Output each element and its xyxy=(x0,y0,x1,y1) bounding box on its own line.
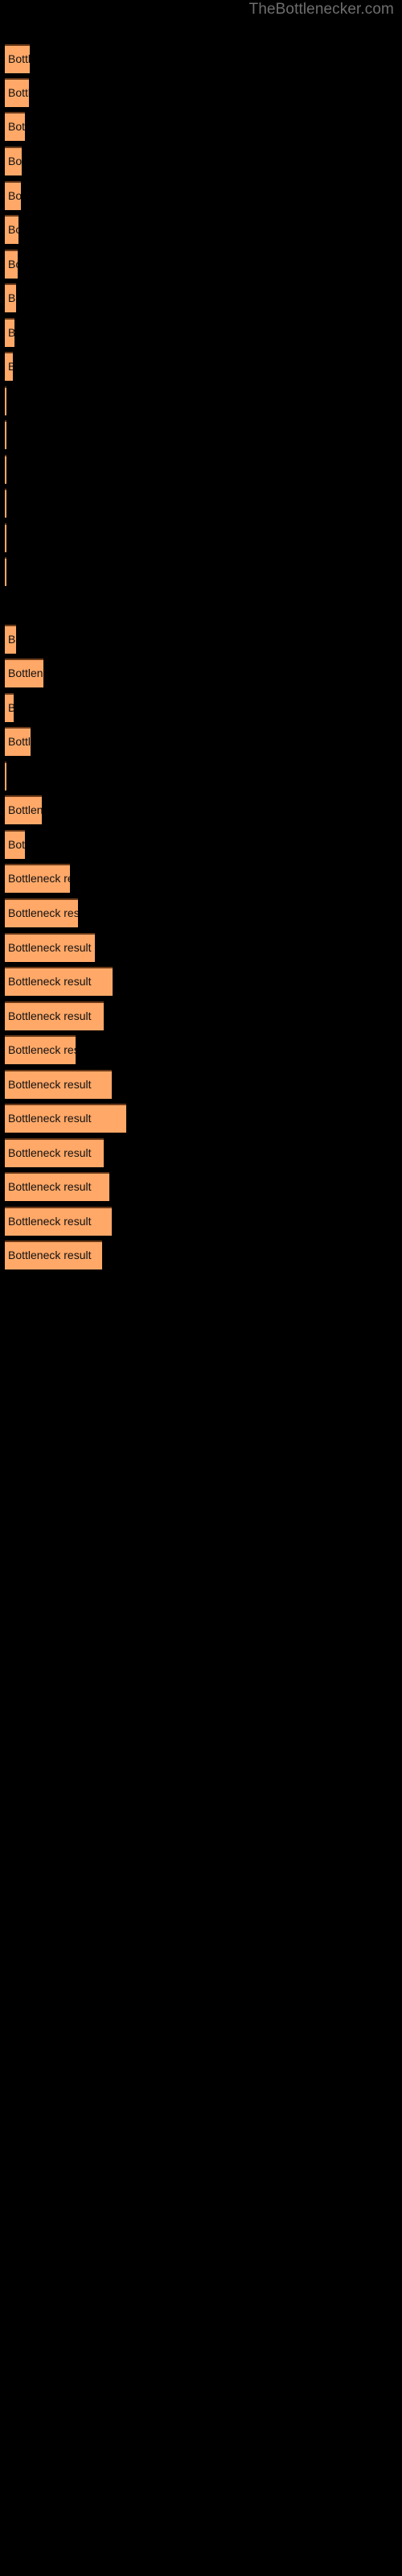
bar[interactable]: Bottleneck result xyxy=(5,318,14,347)
bar-label: Bottleneck result xyxy=(8,838,25,851)
bar-label: Bottleneck result xyxy=(8,189,21,202)
plot-area: Bottleneck result Bottleneck result Bottle… xyxy=(0,23,402,2574)
bar[interactable]: Bottleneck result xyxy=(5,420,6,449)
bar-label: Bottleneck result xyxy=(8,1112,92,1125)
bar[interactable]: Bottleneck result xyxy=(5,455,6,484)
bar-label: Bottleneck result xyxy=(8,1215,92,1228)
bar-label: Bottleneck result xyxy=(8,223,18,236)
bar[interactable]: Bottleneck result xyxy=(5,864,70,893)
bar[interactable]: Bottleneck result xyxy=(5,147,22,175)
bar-label: Bottleneck result xyxy=(8,941,92,954)
bar-chart-root: TheBottlenecker.com Bottleneck resultBot… xyxy=(0,0,402,2576)
bar[interactable]: Bottleneck result xyxy=(5,625,16,654)
bar-label: Bottleneck result xyxy=(8,872,70,885)
bar[interactable]: Bottleneck result xyxy=(5,181,21,210)
bar-label: Bottleneck result xyxy=(8,633,16,646)
bar[interactable]: Bottleneck result xyxy=(5,1070,112,1099)
bar[interactable]: Bottleneck result xyxy=(5,215,18,244)
bar-label: Bottleneck result xyxy=(8,1009,92,1022)
bar-label: Bottleneck result xyxy=(8,52,30,65)
bar[interactable]: Bottleneck result xyxy=(5,283,16,312)
bar[interactable]: Bottleneck result xyxy=(5,967,113,996)
bar[interactable]: Bottleneck result xyxy=(5,78,29,107)
bar[interactable]: Bottleneck result xyxy=(5,1104,126,1133)
bar-label: Bottleneck result xyxy=(8,1249,92,1261)
bar[interactable]: Bottleneck result xyxy=(5,250,18,279)
bar-label: Bottleneck result xyxy=(8,1146,92,1159)
bar-label: Bottleneck result xyxy=(8,120,25,133)
bar-label: Bottleneck result xyxy=(8,1043,76,1056)
bar-label: Bottleneck result xyxy=(8,258,18,270)
bar[interactable]: Bottleneck result xyxy=(5,1207,112,1236)
bar-label: Bottleneck result xyxy=(8,975,92,988)
bar[interactable]: Bottleneck result xyxy=(5,489,6,518)
bar[interactable]: Bottleneck result xyxy=(5,352,13,381)
bar[interactable]: Bottleneck result xyxy=(5,693,14,722)
bar-label: Bottleneck result xyxy=(8,86,29,99)
bar[interactable]: Bottleneck result xyxy=(5,762,6,791)
bar[interactable]: Bottleneck result xyxy=(5,44,30,73)
bar[interactable]: Bottleneck result xyxy=(5,112,25,141)
bar[interactable]: Bottleneck result xyxy=(5,898,78,927)
bar[interactable]: Bottleneck result xyxy=(5,386,6,415)
bar[interactable]: Bottleneck result xyxy=(5,933,95,962)
bar[interactable]: Bottleneck result xyxy=(5,1241,102,1269)
bar[interactable]: Bottleneck result xyxy=(5,557,6,586)
bar[interactable]: Bottleneck result xyxy=(5,658,43,687)
bar[interactable]: Bottleneck result xyxy=(5,1035,76,1064)
bar[interactable]: Bottleneck result xyxy=(5,523,6,552)
bar[interactable]: Bottleneck result xyxy=(5,1138,104,1167)
bar[interactable]: Bottleneck result xyxy=(5,830,25,859)
bar-label: Bottleneck result xyxy=(8,1180,92,1193)
bar-label: Bottleneck result xyxy=(8,701,14,714)
bar[interactable]: Bottleneck result xyxy=(5,727,31,756)
bar[interactable]: Bottleneck result xyxy=(5,1001,104,1030)
bar-label: Bottleneck result xyxy=(8,1078,92,1091)
bar-label: Bottleneck result xyxy=(8,803,42,816)
bar[interactable]: Bottleneck result xyxy=(5,795,42,824)
bar-label: Bottleneck result xyxy=(8,326,14,339)
bar-label: Bottleneck result xyxy=(8,735,31,748)
bar-label: Bottleneck result xyxy=(8,906,78,919)
site-title: TheBottlenecker.com xyxy=(248,1,394,18)
bar-label: Bottleneck result xyxy=(8,155,22,167)
bar-label: Bottleneck result xyxy=(8,291,16,304)
bar[interactable]: Bottleneck result xyxy=(5,1172,109,1201)
bar-label: Bottleneck result xyxy=(8,360,13,373)
bar-label: Bottleneck result xyxy=(8,667,43,679)
